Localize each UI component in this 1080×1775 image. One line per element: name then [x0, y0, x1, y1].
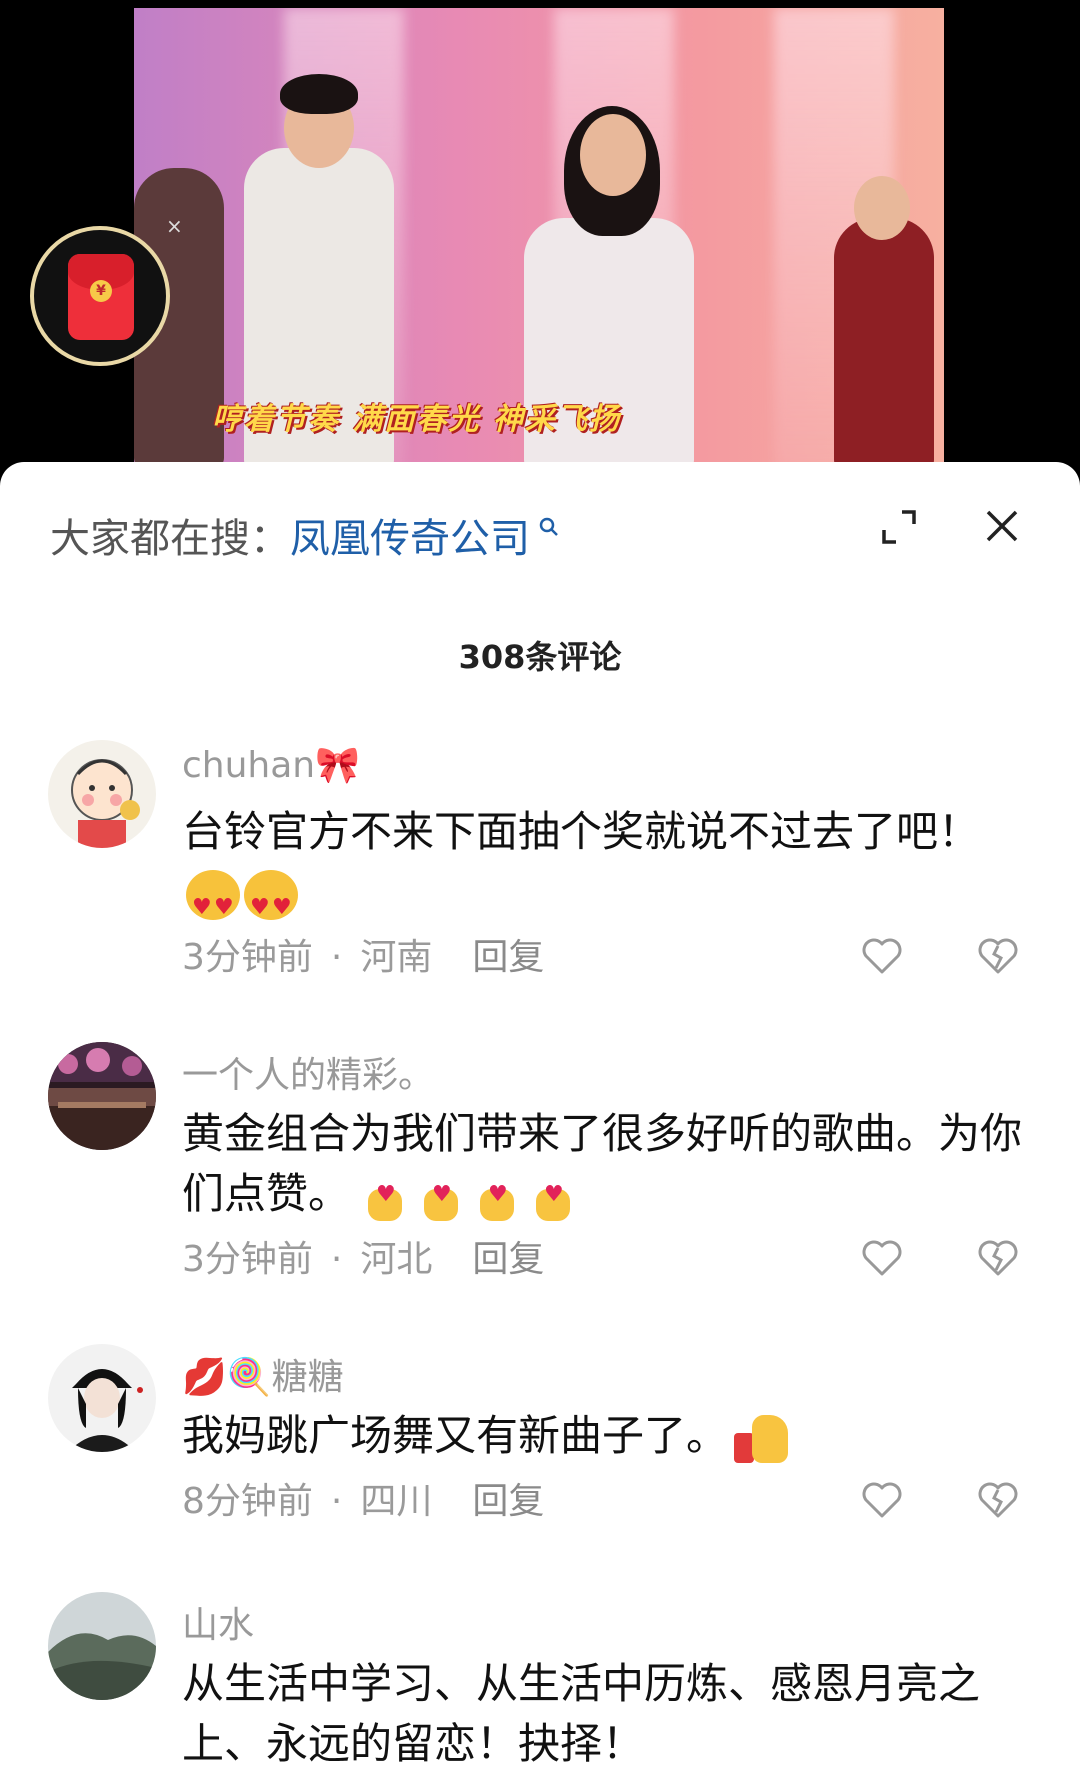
comment-item: chuhan🎀 台铃官方不来下面抽个奖就说不过去了吧！ 3分钟前 · 河南回复	[0, 740, 1080, 1000]
heart-eyes-kiss-emoji	[186, 869, 240, 938]
avatar[interactable]	[48, 1592, 156, 1700]
dislike-broken-heart-icon[interactable]	[976, 934, 1020, 978]
like-heart-icon[interactable]	[860, 1478, 904, 1522]
comment-meta: 3分钟前 · 河北 回复	[182, 1230, 544, 1282]
comment-time: 3分钟前	[182, 937, 313, 978]
comment-meta: 8分钟前 · 四川 回复	[182, 1472, 544, 1524]
username[interactable]: 山水	[182, 1596, 254, 1648]
trending-search-term[interactable]: 凤凰传奇公司	[290, 516, 530, 562]
meta-separator: ·	[330, 937, 343, 978]
dancer-right-head	[854, 176, 910, 240]
finger-heart-emoji	[418, 1165, 462, 1225]
like-heart-icon[interactable]	[860, 1236, 904, 1280]
comment-location: 河南	[360, 937, 433, 978]
comment-text: 黄金组合为我们带来了很多好听的歌曲。为你们点赞。	[182, 1104, 1023, 1225]
thumbs-up-emoji	[734, 1413, 790, 1465]
comment-item: 山水 从生活中学习、从生活中历炼、感恩月亮之上、永远的留恋！抉择！	[0, 1592, 1080, 1775]
dislike-broken-heart-icon[interactable]	[976, 1478, 1020, 1522]
comment-location: 四川	[360, 1481, 433, 1522]
comment-text: 台铃官方不来下面抽个奖就说不过去了吧！	[182, 802, 1022, 938]
close-icon[interactable]	[982, 506, 1022, 546]
search-icon	[530, 516, 560, 544]
trending-search[interactable]: 大家都在搜：凤凰传奇公司	[50, 506, 560, 564]
comment-time: 3分钟前	[182, 1239, 313, 1280]
singer-woman-head	[580, 114, 646, 196]
comment-text-content: 台铃官方不来下面抽个奖就说不过去了吧！	[182, 807, 981, 856]
red-packet-icon: ¥	[68, 254, 134, 340]
comment-text-content: 我妈跳广场舞又有新曲子了。	[182, 1411, 729, 1460]
video-subtitle: 哼着节奏 满面春光 神采飞扬	[212, 402, 621, 437]
username[interactable]: 💋🍭糖糖	[182, 1348, 344, 1400]
heart-eyes-kiss-emoji	[244, 869, 298, 938]
trending-search-label: 大家都在搜：	[50, 516, 290, 562]
singer-man-hair	[280, 74, 358, 114]
reply-button[interactable]: 回复	[472, 937, 544, 978]
like-heart-icon[interactable]	[860, 934, 904, 978]
comment-meta: 3分钟前 · 河南 回复	[182, 928, 544, 980]
comment-sheet: 大家都在搜：凤凰传奇公司 308条评论 chuhan🎀 台铃官方不来下面抽个奖就…	[0, 462, 1080, 1775]
comment-location: 河北	[360, 1239, 433, 1280]
comment-item: 一个人的精彩。 黄金组合为我们带来了很多好听的歌曲。为你们点赞。 3分钟前 · 河北…	[0, 1042, 1080, 1302]
comment-text-content: 黄金组合为我们带来了很多好听的歌曲。为你们点赞。	[182, 1109, 1023, 1218]
finger-heart-emoji	[530, 1165, 574, 1225]
meta-separator: ·	[330, 1239, 343, 1280]
reply-button[interactable]: 回复	[472, 1239, 544, 1280]
dancer-right	[834, 218, 934, 470]
finger-heart-emoji	[362, 1165, 406, 1225]
comment-count: 308条评论	[458, 638, 622, 676]
comment-text: 我妈跳广场舞又有新曲子了。	[182, 1406, 1022, 1466]
red-packet-close-icon[interactable]: ×	[166, 214, 183, 238]
username[interactable]: 一个人的精彩。	[182, 1046, 434, 1098]
dislike-broken-heart-icon[interactable]	[976, 1236, 1020, 1280]
username[interactable]: chuhan🎀	[182, 744, 360, 786]
yuan-coin-icon: ¥	[90, 280, 112, 302]
avatar[interactable]	[48, 1344, 156, 1452]
comment-item: 💋🍭糖糖 我妈跳广场舞又有新曲子了。 8分钟前 · 四川 回复	[0, 1344, 1080, 1544]
avatar[interactable]	[48, 740, 156, 848]
expand-icon[interactable]	[880, 508, 920, 548]
meta-separator: ·	[330, 1481, 343, 1522]
video-frame[interactable]: 哼着节奏 满面春光 神采飞扬	[134, 8, 944, 470]
avatar[interactable]	[48, 1042, 156, 1150]
reply-button[interactable]: 回复	[472, 1481, 544, 1522]
finger-heart-emoji	[474, 1165, 518, 1225]
video-player[interactable]: 哼着节奏 满面春光 神采飞扬 ¥ ×	[0, 0, 1080, 470]
red-packet-button[interactable]: ¥	[30, 226, 170, 366]
comment-text: 从生活中学习、从生活中历炼、感恩月亮之上、永远的留恋！抉择！	[182, 1659, 981, 1768]
comment-time: 8分钟前	[182, 1481, 313, 1522]
